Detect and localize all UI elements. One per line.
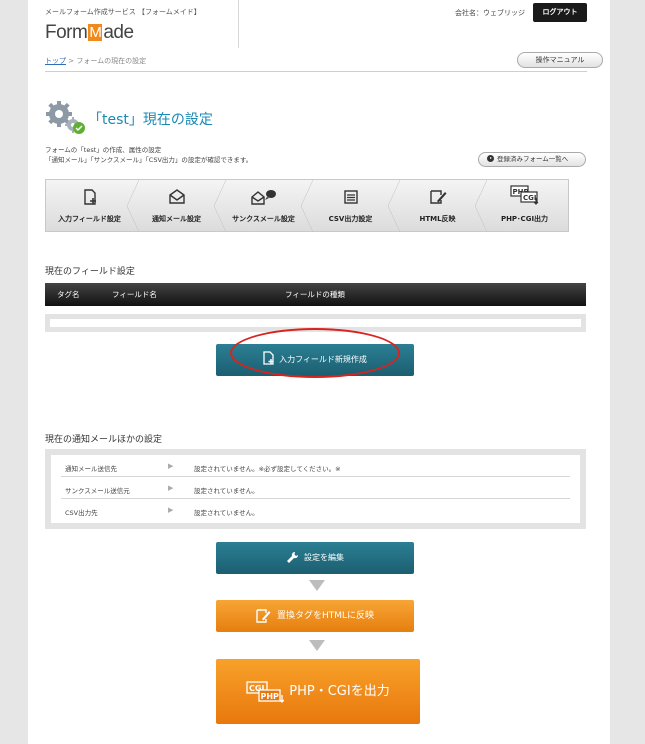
arrow-right-icon: ▶: [168, 484, 174, 492]
step-label: サンクスメール設定: [232, 215, 295, 223]
page-description: フォームの「test」の作成、属性の設定 「通知メール」「サンクスメール」「CS…: [45, 145, 252, 165]
php-cgi-icon: PHPCGI: [509, 185, 538, 205]
edit-icon: [256, 608, 271, 623]
service-tagline: メールフォーム作成サービス 【フォームメイド】: [45, 8, 201, 16]
list-icon: [343, 190, 358, 204]
page-container: メールフォーム作成サービス 【フォームメイド】 Form Made 会社名：ウェブ…: [28, 0, 610, 744]
notify-settings-box: 通知メール送信先 ▶ 設定されていません。※必ず設定してください。※ サンクスメ…: [45, 449, 586, 529]
row-label: サンクスメール送信元: [65, 487, 130, 495]
envelope-icon: [168, 189, 185, 204]
output-php-cgi-button[interactable]: CGI PHP PHP・CGIを出力: [216, 659, 420, 724]
arrow-right-icon: ▶: [168, 506, 174, 514]
step-label: CSV出力設定: [328, 215, 373, 223]
edit-icon: [429, 190, 446, 204]
reflect-html-label: 置換タグをHTMLに反映: [276, 611, 375, 621]
column-header-field-name: フィールド名: [112, 290, 157, 299]
company-name: 会社名：ウェブリッジ: [455, 9, 525, 17]
edit-settings-label: 設定を編集: [304, 553, 344, 562]
breadcrumb-top-link[interactable]: トップ: [45, 57, 66, 65]
manual-button[interactable]: 操作マニュアル: [517, 52, 603, 68]
step-label: 入力フィールド設定: [58, 215, 121, 223]
document-add-icon: [83, 189, 96, 205]
svg-text:PHP: PHP: [261, 692, 280, 701]
registered-forms-label: 登録済みフォーム一覧へ: [497, 155, 569, 163]
notify-row-notify-mail: 通知メール送信先 ▶ 設定されていません。※必ず設定してください。※: [61, 455, 570, 477]
arrow-right-icon: ▶: [168, 462, 174, 470]
logout-button[interactable]: ログアウト: [533, 3, 587, 22]
edit-settings-button[interactable]: 設定を編集: [216, 542, 414, 574]
row-value: 設定されていません。: [194, 487, 259, 495]
step-thanks-mail[interactable]: サンクスメール設定: [214, 180, 307, 232]
flow-arrow-down-icon: [309, 580, 325, 591]
step-label: PHP･CGI出力: [500, 215, 549, 223]
step-notify-mail[interactable]: 通知メール設定: [127, 180, 220, 232]
step-input-field[interactable]: 入力フィールド設定: [46, 180, 133, 231]
output-php-cgi-label: PHP・CGIを出力: [289, 684, 390, 699]
cgi-php-icon: CGIPHP: [246, 680, 285, 703]
header-divider: [238, 0, 239, 48]
step-label: 通知メール設定: [152, 215, 201, 223]
settings-step-nav: 入力フィールド設定 通知メール設定 サンクスメール設定 CSV出力設定 HTML…: [45, 179, 569, 232]
column-header-field-type: フィールドの種類: [285, 290, 345, 299]
column-header-tag: タグ名: [57, 290, 80, 299]
red-highlight-ellipse: [230, 328, 400, 378]
logo-text-form: Form: [45, 22, 88, 43]
breadcrumb: トップ > フォームの現在の設定: [45, 56, 146, 66]
step-php-cgi-output[interactable]: PHPCGI PHP･CGI出力: [475, 180, 568, 232]
formmade-logo[interactable]: Form Made: [45, 22, 134, 44]
notify-section-title: 現在の通知メールほかの設定: [45, 435, 163, 445]
step-csv-output[interactable]: CSV出力設定: [301, 180, 394, 232]
gear-icon: [46, 101, 85, 134]
description-line-2: 「通知メール」「サンクスメール」「CSV出力」の設定が確認できます。: [45, 156, 253, 164]
registered-forms-button[interactable]: 登録済みフォーム一覧へ: [478, 152, 586, 167]
step-label: HTML反映: [419, 215, 456, 223]
description-line-1: フォームの「test」の作成、属性の設定: [45, 146, 162, 154]
reflect-html-button[interactable]: 置換タグをHTMLに反映: [216, 600, 414, 632]
play-circle-icon: [487, 155, 494, 162]
empty-row: [50, 319, 581, 327]
row-label: CSV出力先: [65, 509, 98, 517]
fields-section-title: 現在のフィールド設定: [45, 267, 135, 277]
envelope-speech-icon: [250, 190, 276, 205]
breadcrumb-separator: >: [66, 57, 77, 65]
step-html-reflect[interactable]: HTML反映: [388, 180, 481, 232]
header: メールフォーム作成サービス 【フォームメイド】 Form Made 会社名：ウェブ…: [28, 0, 610, 48]
notify-row-thanks-mail: サンクスメール送信元 ▶ 設定されていません。: [61, 477, 570, 499]
svg-text:CGI: CGI: [523, 194, 537, 202]
notify-settings-list: 通知メール送信先 ▶ 設定されていません。※必ず設定してください。※ サンクスメ…: [51, 455, 580, 523]
breadcrumb-current: フォームの現在の設定: [76, 57, 147, 65]
row-label: 通知メール送信先: [65, 465, 117, 473]
row-value: 設定されていません。: [194, 509, 259, 517]
wrench-icon: [287, 551, 299, 563]
logo-text-m: M: [88, 24, 103, 41]
flow-arrow-down-icon: [309, 640, 325, 651]
breadcrumb-bar: トップ > フォームの現在の設定 操作マニュアル: [45, 52, 603, 72]
fields-table-header: タグ名 フィールド名 フィールドの種類: [45, 283, 586, 306]
notify-row-csv: CSV出力先 ▶ 設定されていません。: [61, 499, 570, 521]
logo-text-ade: ade: [103, 22, 134, 43]
row-value: 設定されていません。※必ず設定してください。※: [194, 465, 341, 473]
page-title: 「test」現在の設定: [88, 112, 213, 128]
